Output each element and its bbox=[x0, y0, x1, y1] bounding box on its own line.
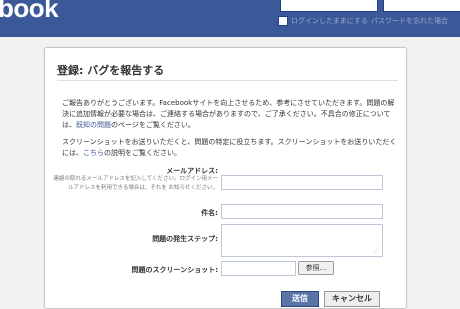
email-hint: 連絡の取れるメールアドレスを記入してください。ログイン用メールアドレスを利用でき… bbox=[53, 176, 218, 191]
resize-grip-icon[interactable]: ⋰ bbox=[374, 248, 380, 254]
forgot-password-link[interactable]: パスワードを忘れた場合 bbox=[371, 16, 448, 26]
title-divider bbox=[57, 80, 398, 81]
login-password-input[interactable] bbox=[383, 0, 460, 12]
screenshot-help-link[interactable]: こちら bbox=[83, 149, 104, 157]
intro-text-1b: のページをご覧ください。 bbox=[111, 121, 195, 129]
remember-me-checkbox[interactable] bbox=[278, 16, 288, 26]
intro-paragraph-2: スクリーンショットをお送りいただくと、問題の特定に役立ちます。スクリーンショット… bbox=[62, 137, 400, 159]
screenshot-label: 問題のスクリーンショット: bbox=[131, 266, 218, 274]
dialog-title: 登録: バグを報告する bbox=[57, 64, 165, 77]
top-navigation-bar: book ログインしたままにする パスワードを忘れた場合 bbox=[0, 0, 460, 37]
intro-paragraph-1: ご報告ありがとうございます。Facebookサイトを向上させるため、参考にさせて… bbox=[62, 98, 400, 131]
browse-button[interactable]: 参照... bbox=[298, 261, 334, 275]
facebook-logo[interactable]: book bbox=[0, 0, 59, 24]
send-button[interactable]: 送信 bbox=[281, 291, 319, 307]
login-email-input[interactable] bbox=[280, 0, 378, 12]
remember-me[interactable]: ログインしたままにする bbox=[278, 16, 368, 26]
steps-textarea[interactable]: ⋰ bbox=[221, 224, 383, 257]
remember-me-label: ログインしたままにする bbox=[291, 17, 368, 25]
cancel-button[interactable]: キャンセル bbox=[324, 291, 380, 307]
steps-label: 問題の発生ステップ: bbox=[152, 235, 218, 243]
intro-text: ご報告ありがとうございます。Facebookサイトを向上させるため、参考にさせて… bbox=[62, 98, 400, 165]
subject-label: 件名: bbox=[201, 209, 218, 217]
screenshot-file-field[interactable] bbox=[221, 261, 296, 276]
known-issues-link[interactable]: 既知の問題 bbox=[76, 121, 111, 129]
intro-text-2b: の説明をご覧ください。 bbox=[104, 149, 181, 157]
subject-field[interactable] bbox=[221, 204, 383, 219]
email-field[interactable] bbox=[221, 175, 383, 190]
bug-report-dialog: 登録: バグを報告する ご報告ありがとうございます。Facebookサイトを向上… bbox=[44, 47, 407, 309]
